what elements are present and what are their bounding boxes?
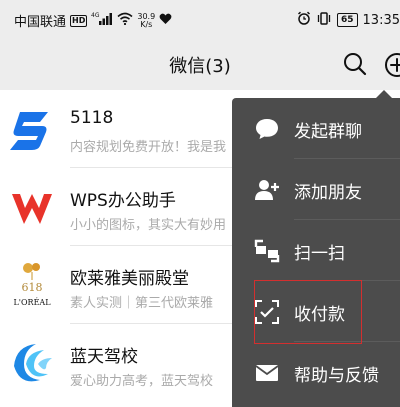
- plus-circle-icon: [385, 53, 400, 77]
- chat-bubble-icon: [254, 116, 280, 142]
- carrier-label: 中国联通: [14, 15, 67, 30]
- heart-icon: [159, 13, 172, 29]
- search-button[interactable]: [342, 51, 368, 77]
- title-bar: 微信(3): [0, 38, 400, 90]
- menu-item-label: 帮助与反馈: [294, 366, 379, 386]
- alarm-icon: [297, 11, 311, 29]
- popup-arrow: [376, 90, 392, 98]
- mail-icon: [254, 360, 280, 386]
- status-right: 65 13:35: [297, 11, 400, 29]
- wifi-icon: [117, 12, 133, 29]
- clock-label: 13:35: [362, 12, 400, 28]
- chat-preview: 素人实测｜第三代欧莱雅: [70, 296, 214, 311]
- chat-preview: 爱心助力高考，蓝天驾校: [70, 374, 214, 389]
- lantian-logo-icon: [4, 336, 60, 392]
- popup-menu: 发起群聊 添加朋友 扫一扫 收付款 帮助与反馈: [232, 98, 400, 407]
- page-title: 微信(3): [169, 56, 231, 77]
- status-left: 中国联通 HD 4G 30.9 K/s: [14, 11, 172, 30]
- speed-unit: K/s: [140, 19, 153, 29]
- avatar: [4, 180, 60, 236]
- chat-name: 蓝天驾校: [70, 347, 138, 367]
- menu-item-label: 添加朋友: [294, 183, 362, 203]
- status-bar: 中国联通 HD 4G 30.9 K/s 65 13:35: [0, 0, 400, 38]
- chat-preview: 小小的图标，其实大有妙用: [70, 218, 227, 233]
- menu-item-label: 扫一扫: [294, 244, 345, 264]
- loreal-618-logo-icon: 618 L'ORÉAL: [4, 258, 60, 314]
- hd-badge: HD: [70, 14, 88, 27]
- scan-icon: [254, 238, 280, 264]
- chat-name: 欧莱雅美丽殿堂: [70, 269, 189, 289]
- chat-preview: 内容规划免费开放！我是我: [70, 140, 227, 155]
- svg-text:L'ORÉAL: L'ORÉAL: [13, 298, 51, 307]
- menu-item-label: 发起群聊: [294, 122, 362, 142]
- highlight-box: [254, 280, 362, 344]
- menu-item-help-feedback[interactable]: 帮助与反馈: [232, 342, 400, 403]
- avatar: [4, 102, 60, 158]
- network-speed: 30.9 K/s: [137, 12, 155, 29]
- 5118-logo-icon: [4, 102, 60, 158]
- wps-logo-icon: [4, 180, 60, 236]
- chat-name: 5118: [70, 108, 114, 128]
- chat-name: WPS办公助手: [70, 191, 176, 211]
- battery-level: 65: [337, 13, 358, 27]
- menu-item-add-friend[interactable]: 添加朋友: [232, 159, 400, 220]
- vibrate-icon: [316, 11, 332, 29]
- avatar: [4, 336, 60, 392]
- signal-icon: 4G: [91, 12, 113, 29]
- add-friend-icon: [254, 177, 280, 203]
- avatar: 618 L'ORÉAL: [4, 258, 60, 314]
- search-icon: [344, 53, 367, 76]
- menu-item-scan[interactable]: 扫一扫: [232, 220, 400, 281]
- add-button[interactable]: [384, 52, 400, 78]
- menu-item-group-chat[interactable]: 发起群聊: [232, 98, 400, 159]
- network-type-label: 4G: [91, 12, 100, 19]
- svg-text:618: 618: [22, 281, 43, 294]
